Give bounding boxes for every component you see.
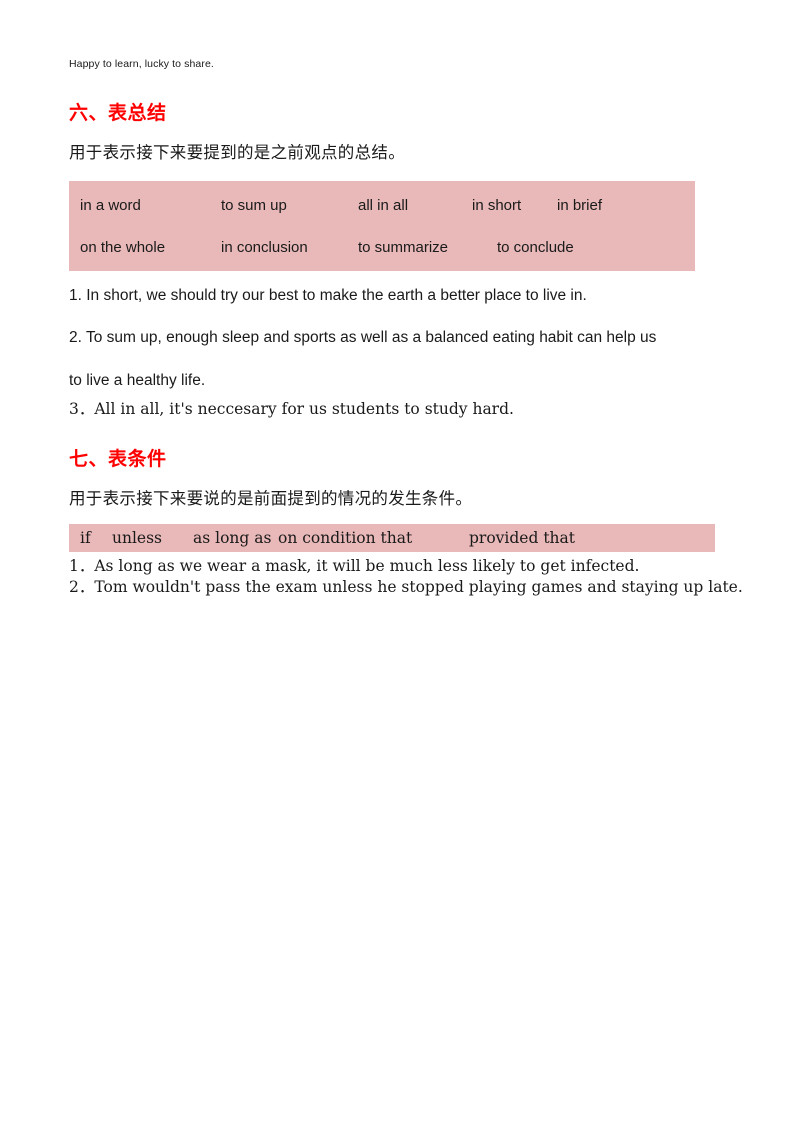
phrase-on-condition-that: on condition that xyxy=(278,529,413,547)
example-sentence-six-3: 3．All in all, it's neccesary for us stud… xyxy=(69,400,514,418)
phrase-unless: unless xyxy=(112,529,163,547)
phrase-all-in-all: all in all xyxy=(358,197,409,214)
example-sentence-six-2: 2. To sum up, enough sleep and sports as… xyxy=(69,329,657,346)
example-sentence-six-2-continued: to live a healthy life. xyxy=(69,372,206,389)
phrase-panel-condition: if unless as long as on condition that p… xyxy=(69,524,715,552)
document-page: Happy to learn, lucky to share. 六、表总结 用于… xyxy=(0,0,794,1123)
phrase-in-short: in short xyxy=(472,197,522,214)
phrase-panel-summary: in a word to sum up all in all in short … xyxy=(69,181,695,271)
phrase-if: if xyxy=(80,529,91,547)
phrase-to-sum-up: to sum up xyxy=(221,197,287,214)
phrase-in-conclusion: in conclusion xyxy=(221,239,308,256)
phrase-to-conclude: to conclude xyxy=(497,239,574,256)
section-description-seven: 用于表示接下来要说的是前面提到的情况的发生条件。 xyxy=(69,489,473,508)
example-sentence-seven-2: 2．Tom wouldn't pass the exam unless he s… xyxy=(69,578,743,596)
running-header: Happy to learn, lucky to share. xyxy=(69,58,214,70)
phrase-in-brief: in brief xyxy=(557,197,603,214)
section-heading-seven: 七、表条件 xyxy=(69,448,167,470)
example-sentence-seven-1: 1．As long as we wear a mask, it will be … xyxy=(69,557,640,575)
phrase-as-long-as: as long as xyxy=(193,529,272,547)
phrase-to-summarize: to summarize xyxy=(358,239,449,256)
example-sentence-six-1: 1. In short, we should try our best to m… xyxy=(69,287,587,304)
section-heading-six: 六、表总结 xyxy=(69,102,167,124)
phrase-in-a-word: in a word xyxy=(80,197,141,214)
section-description-six: 用于表示接下来要提到的是之前观点的总结。 xyxy=(69,143,405,162)
phrase-provided-that: provided that xyxy=(469,529,576,547)
phrase-on-the-whole: on the whole xyxy=(80,239,166,256)
